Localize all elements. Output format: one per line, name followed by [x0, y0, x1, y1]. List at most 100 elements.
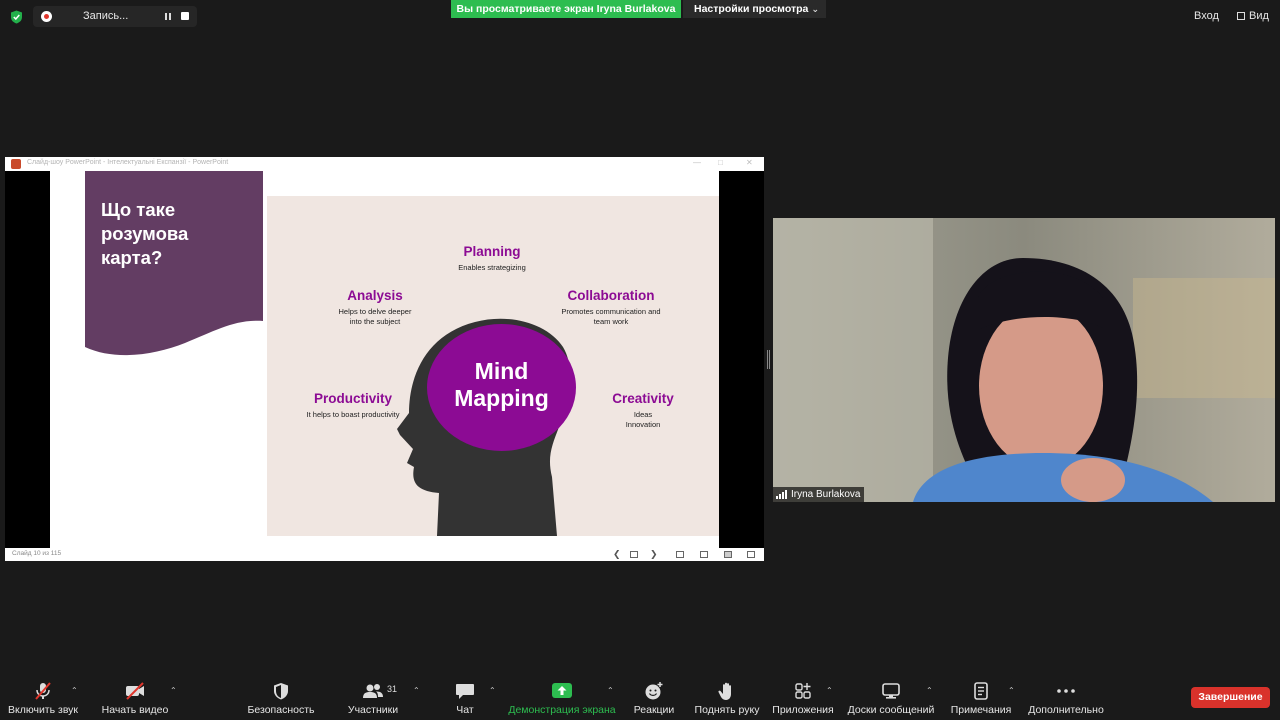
record-icon: [41, 11, 52, 22]
audio-options-caret-icon[interactable]: ⌃: [71, 686, 78, 695]
pause-recording-icon[interactable]: [163, 11, 173, 22]
share-screen-icon: [552, 683, 572, 698]
meeting-toolbar: Включить звук ⌃ Начать видео ⌃ Безопасно…: [0, 672, 1280, 720]
end-meeting-button[interactable]: Завершение: [1191, 687, 1270, 708]
node-description: Promotes communication and team work: [561, 307, 661, 326]
resize-handle[interactable]: [767, 350, 770, 369]
participant-name-tag: Iryna Burlakova: [773, 487, 865, 502]
participants-label: Участники: [347, 704, 399, 716]
signal-strength-icon: [776, 490, 787, 499]
reading-view-icon[interactable]: [724, 551, 732, 558]
minimize-icon: —: [693, 158, 701, 167]
window-title: Слайд-шоу PowerPoint - Інтелектуальні Ек…: [27, 159, 229, 166]
notes-label: Примечания: [950, 704, 1012, 716]
center-label: Mind Mapping: [454, 358, 549, 411]
node-description: Enables strategizing: [458, 263, 526, 272]
zoom-meeting-window: Запись... Вы просматриваете экран Iryna …: [0, 0, 1280, 720]
stop-recording-icon[interactable]: [181, 12, 189, 20]
node-heading: Collaboration: [567, 288, 655, 303]
whiteboard-icon: [882, 683, 900, 699]
apps-icon: [795, 683, 811, 699]
node-description: Helps to delve deeper into the subject: [338, 307, 412, 326]
participant-name: Iryna Burlakova: [791, 489, 861, 500]
node-creativity: Creativity Ideas Innovation: [598, 391, 688, 430]
whiteboards-label: Доски сообщений: [847, 704, 935, 716]
next-slide-icon[interactable]: ❯: [650, 549, 658, 560]
chevron-down-icon: ⌄: [811, 4, 819, 14]
raise-hand-label: Поднять руку: [694, 704, 760, 716]
more-button[interactable]: Дополнительно: [1027, 672, 1105, 720]
slide: Що таке розумова карта? Mind Mapping Pla…: [50, 171, 719, 548]
shared-screen: Слайд-шоу PowerPoint - Інтелектуальні Ек…: [5, 157, 764, 561]
recording-label: Запись...: [83, 10, 129, 22]
participants-button[interactable]: Участники: [341, 672, 405, 720]
node-heading: Planning: [463, 244, 521, 259]
notes-options-caret-icon[interactable]: ⌃: [1008, 686, 1015, 695]
chat-label: Чат: [456, 704, 474, 716]
node-productivity: Productivity It helps to boast productiv…: [303, 391, 403, 420]
participant-video: Iryna Burlakova: [773, 218, 1275, 502]
participants-icon: [363, 684, 383, 698]
notes-button[interactable]: Примечания: [946, 672, 1016, 720]
view-button[interactable]: Вид: [1237, 10, 1269, 22]
node-heading: Creativity: [612, 391, 674, 406]
unmute-button[interactable]: Включить звук: [0, 672, 86, 720]
powerpoint-titlebar: Слайд-шоу PowerPoint - Інтелектуальні Ек…: [5, 157, 764, 171]
node-description: It helps to boast productivity: [306, 410, 400, 419]
apps-button[interactable]: Приложения: [770, 672, 836, 720]
recording-indicator: Запись...: [33, 6, 197, 27]
view-label: Вид: [1249, 10, 1269, 22]
security-shield-icon[interactable]: [10, 10, 23, 24]
notes-icon: [974, 682, 988, 700]
reactions-label: Реакции: [633, 704, 675, 716]
start-video-button[interactable]: Начать видео: [97, 672, 173, 720]
normal-view-icon[interactable]: [676, 551, 684, 558]
node-analysis: Analysis Helps to delve deeper into the …: [333, 288, 417, 327]
chat-options-caret-icon[interactable]: ⌃: [489, 686, 496, 695]
top-bar: Запись... Вы просматриваете экран Iryna …: [0, 0, 1280, 34]
slide-sorter-icon[interactable]: [700, 551, 708, 558]
security-button[interactable]: Безопасность: [246, 672, 316, 720]
chat-button[interactable]: Чат: [445, 672, 485, 720]
apps-options-caret-icon[interactable]: ⌃: [826, 686, 833, 695]
raise-hand-icon: [718, 682, 731, 700]
reactions-button[interactable]: Реакции: [630, 672, 678, 720]
unmute-label: Включить звук: [7, 704, 79, 716]
grid-icon: [1237, 12, 1245, 20]
view-settings-button[interactable]: Настройки просмотра ⌄: [683, 0, 826, 18]
more-icon: [1057, 689, 1075, 693]
close-icon: ✕: [746, 158, 753, 167]
apps-label: Приложения: [772, 704, 834, 716]
powerpoint-icon: [11, 159, 21, 169]
slideshow-status-bar: Слайд 10 из 115 ❮ ❯: [5, 548, 764, 561]
participants-count: 31: [387, 684, 398, 694]
share-screen-label: Демонстрация экрана: [508, 704, 616, 716]
viewing-banner: Вы просматриваете экран Iryna Burlakova: [451, 0, 681, 18]
muted-mic-icon: [35, 682, 51, 700]
whiteboards-options-caret-icon[interactable]: ⌃: [926, 686, 933, 695]
participants-options-caret-icon[interactable]: ⌃: [413, 686, 420, 695]
whiteboards-button[interactable]: Доски сообщений: [845, 672, 937, 720]
view-settings-label: Настройки просмотра: [694, 3, 809, 15]
enter-fullscreen-button[interactable]: Вход: [1194, 10, 1219, 22]
slideshow-view-icon[interactable]: [747, 551, 755, 558]
share-screen-button[interactable]: Демонстрация экрана: [507, 672, 617, 720]
more-label: Дополнительно: [1028, 704, 1104, 716]
slide-menu-icon[interactable]: [630, 551, 638, 558]
share-options-caret-icon[interactable]: ⌃: [607, 686, 614, 695]
previous-slide-icon[interactable]: ❮: [613, 549, 621, 560]
reactions-icon: [645, 682, 663, 700]
security-label: Безопасность: [247, 704, 315, 716]
shield-icon: [274, 683, 288, 700]
slide-title: Що таке розумова карта?: [101, 199, 189, 268]
video-options-caret-icon[interactable]: ⌃: [170, 686, 177, 695]
slide-counter: Слайд 10 из 115: [12, 550, 62, 557]
node-planning: Planning Enables strategizing: [432, 244, 552, 273]
video-off-icon: [126, 682, 144, 700]
chat-icon: [456, 684, 474, 699]
node-heading: Analysis: [347, 288, 403, 303]
raise-hand-button[interactable]: Поднять руку: [691, 672, 763, 720]
video-frame: [773, 218, 1275, 502]
start-video-label: Начать видео: [101, 704, 169, 716]
maximize-icon: □: [718, 158, 723, 167]
